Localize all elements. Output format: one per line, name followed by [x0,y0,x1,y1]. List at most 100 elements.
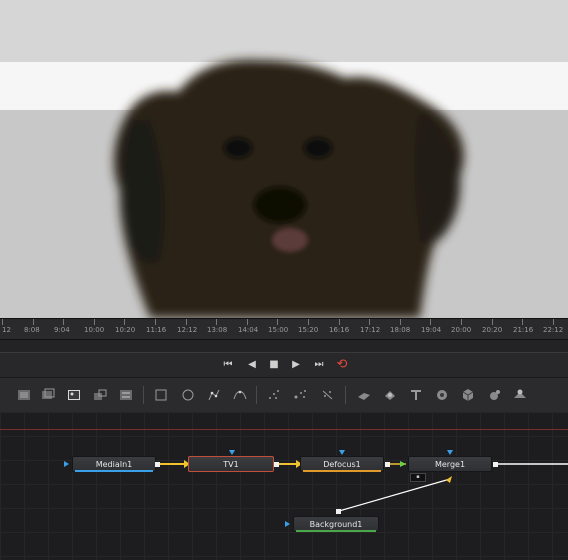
viewer-panel[interactable] [0,0,568,318]
ruler-label: 12:12 [177,326,198,334]
3d-render-icon[interactable] [486,387,502,403]
node-defocus[interactable]: Defocus1 [300,456,384,472]
ruler-label: 16:16 [329,326,350,334]
node-merge[interactable]: Merge1 [408,456,492,472]
ruler-tick [369,319,371,325]
ruler-tick [124,319,126,325]
3d-image-icon[interactable] [512,387,528,403]
ruler-label: 14:04 [238,326,259,334]
ruler-label: 17:12 [360,326,381,334]
node-input-arrow [339,450,345,455]
transport-controls: ⏮ ◀ ■ ▶ ⏭ ⟲ [0,353,568,377]
node-background[interactable]: Background1 [293,516,379,532]
toolbar-divider [143,386,144,404]
ruler-label: 20:00 [451,326,472,334]
ruler-label: 12 [2,326,11,334]
ruler-label: 9:04 [54,326,70,334]
bspline-icon[interactable] [232,387,248,403]
output-port[interactable] [493,462,498,467]
background-icon[interactable] [16,387,32,403]
rectangle-mask-icon[interactable] [153,387,169,403]
3d-light-icon[interactable] [460,387,476,403]
skip-back-button[interactable]: ⏮ [220,357,236,373]
stop-button[interactable]: ■ [266,357,282,373]
link-arrow [400,461,406,467]
tool-bar [0,377,568,413]
text-icon[interactable] [92,387,108,403]
play-reverse-button[interactable]: ◀ [244,357,260,373]
node-label: MediaIn1 [95,460,133,469]
node-input-arrow [447,450,453,455]
ruler-tick [552,319,554,325]
particle-emitter-icon[interactable] [292,387,308,403]
link-arrow [446,476,452,483]
ellipse-mask-icon[interactable] [180,387,196,403]
node-color-bar [303,470,381,472]
output-port[interactable] [274,462,279,467]
node-input-arrow [229,450,235,455]
dog-image [114,59,464,318]
ruler-label: 10:20 [115,326,136,334]
play-button[interactable]: ▶ [288,357,304,373]
ruler-tick [461,319,462,325]
node-tv[interactable]: TV1 [188,456,274,472]
ruler-label: 15:00 [268,326,289,334]
ruler-tick [216,319,218,325]
ruler-tick [338,319,340,325]
node-label: Merge1 [434,460,466,469]
ruler-tick [491,319,493,325]
ruler-label: 8:08 [24,326,40,334]
particle-render-icon[interactable] [320,387,336,403]
toolbar-divider [345,386,346,404]
polygon-icon[interactable] [206,387,222,403]
3d-shape-icon[interactable] [356,387,372,403]
ruler-label: 11:16 [146,326,167,334]
toolbar-divider [256,386,257,404]
ruler-tick [277,319,279,325]
node-label: TV1 [223,460,239,469]
skip-forward-button[interactable]: ⏭ [311,357,327,373]
node-label: Background1 [309,520,363,529]
link-background-to-merge [338,478,451,512]
ruler-label: 21:16 [513,326,534,334]
ruler-tick [93,319,95,325]
ruler-label: 22:12 [543,326,564,334]
timeline-ruler[interactable]: 12 8:08 9:04 10:00 10:20 11:16 12:12 13:… [0,318,568,340]
ruler-tick [246,319,248,325]
paint-icon[interactable] [40,387,56,403]
output-port[interactable] [336,509,341,514]
3d-camera-icon[interactable] [434,387,450,403]
ruler-tick [308,319,309,325]
3d-merge-icon[interactable] [382,387,398,403]
ruler-label: 19:04 [421,326,442,334]
3d-text-icon[interactable] [408,387,424,403]
ruler-tick [155,319,156,325]
ruler-label: 13:08 [207,326,228,334]
node-input-arrow [285,521,290,527]
node-color-bar [75,470,153,472]
node-label: Defocus1 [323,460,361,469]
ruler-label: 10:00 [84,326,105,334]
ruler-tick [399,319,401,325]
merge-icon[interactable] [118,387,134,403]
particles-icon[interactable] [266,387,282,403]
output-port[interactable] [155,462,160,467]
ruler-label: 20:20 [482,326,503,334]
ruler-tick [430,319,432,325]
node-input-arrow [64,461,69,467]
image-icon[interactable] [66,387,82,403]
ruler-label: 15:20 [298,326,319,334]
node-preview-toggle[interactable]: ▪ [410,473,426,482]
panel-divider[interactable] [0,340,568,353]
ruler-tick [2,319,3,325]
node-links [160,460,568,512]
node-editor[interactable]: MediaIn1 TV1 Defocus1 Merge1 ▪ Backgroun… [0,412,568,560]
output-port[interactable] [385,462,390,467]
ruler-tick [522,319,524,325]
ruler-label: 18:08 [390,326,411,334]
node-color-bar [296,530,376,532]
ruler-tick [32,319,34,325]
loop-button[interactable]: ⟲ [334,357,350,373]
ruler-tick [63,319,65,325]
node-media-in[interactable]: MediaIn1 [72,456,156,472]
